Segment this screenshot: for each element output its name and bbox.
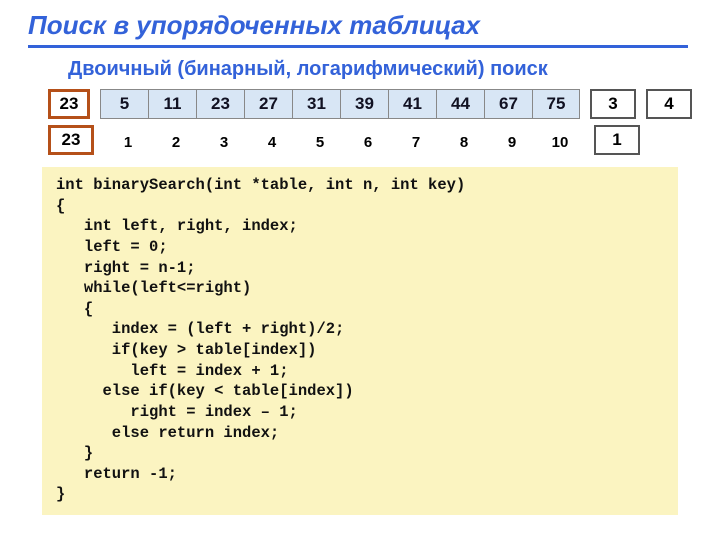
side-top: 3 4: [590, 89, 692, 119]
index-cell: 2: [152, 134, 200, 151]
array-cell: 23: [196, 89, 244, 119]
index-cell: 10: [536, 134, 584, 151]
array-cell: 75: [532, 89, 580, 119]
title-rule: [28, 45, 688, 48]
index-cell: 6: [344, 134, 392, 151]
index-cell: 7: [392, 134, 440, 151]
index-cell: 1: [104, 134, 152, 151]
index-row: 1 2 3 4 5 6 7 8 9 10: [104, 134, 584, 151]
side-cell-b: 4: [646, 89, 692, 119]
index-cell: 9: [488, 134, 536, 151]
array-cell: 67: [484, 89, 532, 119]
diagram: 23 5 11 23 27 31 39 41 44 67 75 3 4 23: [48, 89, 692, 155]
index-cell: 3: [200, 134, 248, 151]
array-cell: 11: [148, 89, 196, 119]
array-cell: 39: [340, 89, 388, 119]
slide-subtitle: Двоичный (бинарный, логарифмический) пои…: [68, 58, 692, 81]
diagram-row-top: 23 5 11 23 27 31 39 41 44 67 75 3 4: [48, 89, 692, 119]
index-cell: 8: [440, 134, 488, 151]
index-cell: 5: [296, 134, 344, 151]
key-cell-bottom: 23: [48, 125, 94, 155]
array-cell: 31: [292, 89, 340, 119]
array-cell: 5: [100, 89, 148, 119]
array-row: 5 11 23 27 31 39 41 44 67 75: [100, 89, 580, 119]
array-cell: 27: [244, 89, 292, 119]
index-cell: 4: [248, 134, 296, 151]
array-cell: 44: [436, 89, 484, 119]
side-cell-a: 3: [590, 89, 636, 119]
array-cell: 41: [388, 89, 436, 119]
key-cell-top: 23: [48, 89, 90, 119]
diagram-row-bottom: 23 1 2 3 4 5 6 7 8 9 10 1: [48, 125, 692, 155]
slide-title: Поиск в упорядоченных таблицах: [28, 10, 692, 41]
slide: Поиск в упорядоченных таблицах Двоичный …: [0, 0, 720, 540]
side-cell-bottom: 1: [594, 125, 640, 155]
code-block: int binarySearch(int *table, int n, int …: [42, 167, 678, 515]
side-bottom: 1: [594, 125, 640, 155]
